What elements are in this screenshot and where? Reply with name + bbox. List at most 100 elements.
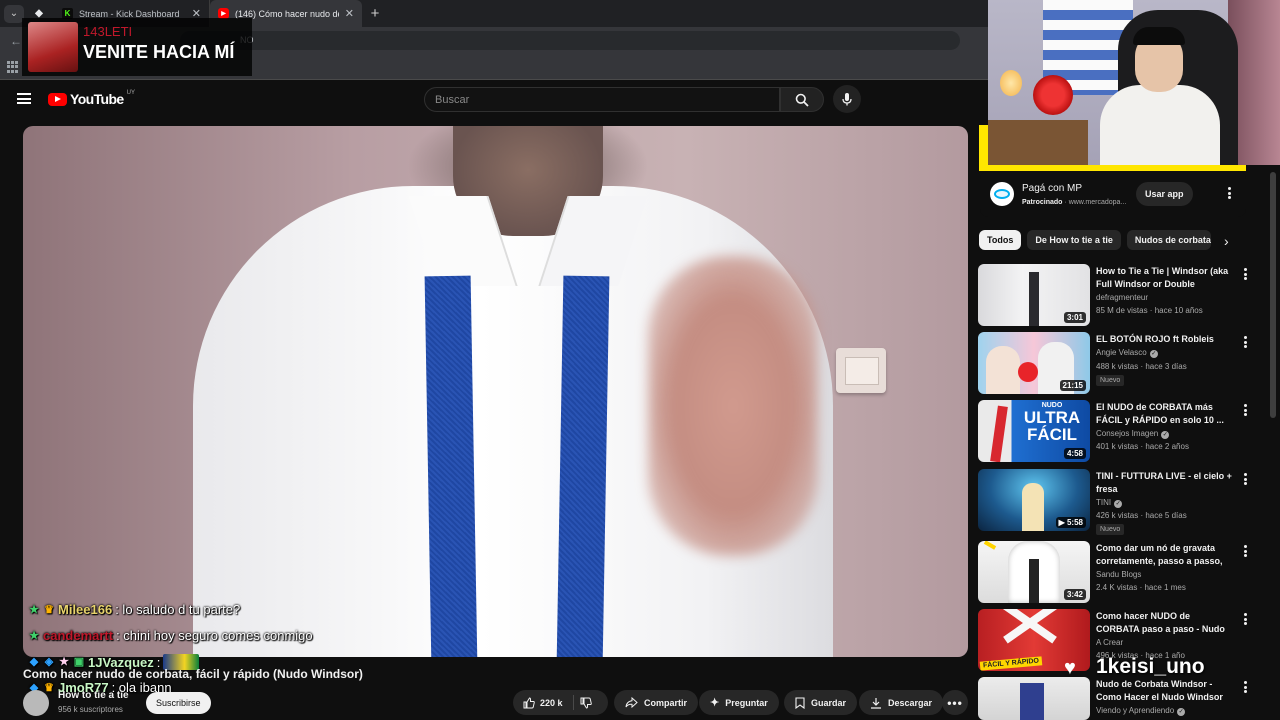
thumb-red-button bbox=[1018, 362, 1038, 382]
sponsored-label: Patrocinado bbox=[1022, 199, 1063, 206]
more-vertical-icon[interactable] bbox=[1240, 612, 1250, 626]
more-vertical-icon[interactable] bbox=[1240, 472, 1250, 486]
tab-title: (146) Cómo hacer nudo de corbata bbox=[235, 8, 339, 19]
stream-alert: 143LETI VENITE HACIA MÍ bbox=[22, 18, 252, 76]
save-button[interactable]: Guardar bbox=[784, 690, 858, 715]
mercadopago-logo-icon bbox=[990, 182, 1014, 206]
channel-name: Viendo y Aprendiendo ✓ bbox=[1096, 706, 1186, 716]
channel-name: Consejos Imagen ✓ bbox=[1096, 429, 1170, 439]
thumb-tie bbox=[1020, 683, 1044, 720]
alert-message: VENITE HACIA MÍ bbox=[83, 42, 235, 62]
video-thumbnail[interactable]: 3:42 bbox=[978, 541, 1090, 603]
thumb-singer bbox=[1022, 483, 1044, 531]
channel-label: Consejos Imagen bbox=[1096, 429, 1159, 438]
recommended-video[interactable]: NUDO ULTRA FÁCIL 4:58 El NUDO de CORBATA… bbox=[978, 400, 1250, 462]
duration-text: 5:58 bbox=[1066, 518, 1083, 527]
channel-label: TINI bbox=[1096, 498, 1112, 507]
ad-url: www.mercadopa... bbox=[1068, 199, 1127, 206]
subscribe-button[interactable]: Suscribirse bbox=[146, 692, 211, 714]
channel-name[interactable]: How to tie a tie bbox=[58, 690, 129, 701]
chip-topic[interactable]: Nudos de corbata bbox=[1126, 230, 1211, 250]
recommended-video[interactable]: Nudo de Corbata Windsor - Como Hacer el … bbox=[978, 677, 1250, 720]
channel-avatar[interactable] bbox=[23, 690, 49, 716]
youtube-page: YouTube UY ★ ♛ Milee166 : lo saludo d tu… bbox=[0, 80, 1280, 720]
video-meta: 2.4 K vistas · hace 1 mes bbox=[1096, 583, 1186, 592]
chat-message: ★ candemartt : chini hoy seguro comes co… bbox=[28, 628, 313, 643]
star-badge-icon: ★ bbox=[29, 603, 39, 616]
use-app-button[interactable]: Usar app bbox=[1136, 182, 1193, 206]
arrow-icon bbox=[983, 541, 997, 550]
microphone-icon bbox=[842, 93, 852, 106]
video-thumbnail[interactable]: 21:15 bbox=[978, 332, 1090, 394]
youtube-logo-text: YouTube bbox=[70, 91, 124, 107]
region-code: UY bbox=[126, 90, 135, 96]
close-icon[interactable]: ✕ bbox=[345, 7, 354, 20]
apps-grid-icon[interactable] bbox=[7, 61, 19, 73]
recommended-video[interactable]: 21:15 EL BOTÓN ROJO ft Robleis Angie Vel… bbox=[978, 332, 1250, 394]
tab-title: Stream - Kick Dashboard bbox=[79, 8, 180, 19]
more-vertical-icon[interactable] bbox=[1240, 335, 1250, 349]
streamer-username: 1keisi_uno bbox=[1096, 655, 1205, 678]
video-player[interactable] bbox=[23, 126, 968, 657]
share-button[interactable]: Compartir bbox=[614, 690, 699, 715]
search-button[interactable] bbox=[780, 87, 824, 112]
recommended-video[interactable]: ▶ 5:58 TINI - FUTTURA LIVE - el cielo + … bbox=[978, 469, 1250, 535]
filter-chips: Todos De How to tie a tie Nudos de corba… bbox=[979, 230, 1211, 250]
thumbs-up-icon bbox=[523, 696, 535, 708]
subscriber-count: 956 k suscriptores bbox=[58, 705, 123, 714]
like-button[interactable]: 220 k bbox=[523, 696, 563, 709]
video-title: Nudo de Corbata Windsor - Como Hacer el … bbox=[1096, 679, 1223, 702]
chip-all[interactable]: Todos bbox=[979, 230, 1022, 250]
video-title: Como hacer NUDO de CORBATA paso a paso -… bbox=[1096, 611, 1225, 634]
sponsored-ad-card[interactable]: Pagá con MP Patrocinado · www.mercadopa.… bbox=[980, 171, 1246, 217]
more-actions-button[interactable]: ••• bbox=[942, 690, 968, 715]
chat-message: ★ ♛ Milee166 : lo saludo d tu parte? bbox=[28, 602, 240, 617]
video-duration: 3:42 bbox=[1063, 589, 1086, 600]
webcam-plush-toy bbox=[1033, 75, 1073, 115]
menu-hamburger-icon[interactable] bbox=[17, 93, 31, 104]
chip-channel[interactable]: De How to tie a tie bbox=[1027, 230, 1121, 250]
video-thumbnail[interactable]: 3:01 bbox=[978, 264, 1090, 326]
video-title: How to Tie a Tie | Windsor (aka Full Win… bbox=[1096, 266, 1229, 289]
video-duration: 3:01 bbox=[1063, 312, 1086, 323]
new-tab-plus-icon[interactable]: + bbox=[362, 5, 388, 22]
recommended-video[interactable]: 3:42 Como dar um nó de gravata corretame… bbox=[978, 541, 1250, 603]
video-title: Como hacer nudo de corbata, fácil y rápi… bbox=[23, 667, 363, 681]
channel-label: Angie Velasco bbox=[1096, 348, 1147, 357]
video-title: EL BOTÓN ROJO ft Robleis bbox=[1096, 334, 1214, 344]
channel-name: A Crear bbox=[1096, 638, 1124, 647]
voice-search-button[interactable] bbox=[833, 85, 861, 113]
more-vertical-icon[interactable] bbox=[1240, 544, 1250, 558]
youtube-logo[interactable]: YouTube UY bbox=[48, 90, 135, 107]
like-dislike-group: 220 k bbox=[513, 690, 608, 715]
more-vertical-icon[interactable] bbox=[1240, 267, 1250, 281]
more-vertical-icon[interactable] bbox=[1240, 403, 1250, 417]
channel-name: Sandu Blogs bbox=[1096, 570, 1142, 579]
thumb-text-line: ULTRA bbox=[1023, 408, 1081, 427]
page-scrollbar[interactable] bbox=[1270, 172, 1276, 418]
video-duration: 21:15 bbox=[1059, 380, 1086, 391]
tab-search-button[interactable]: ⌄ bbox=[4, 4, 24, 23]
address-bar[interactable]: NO bbox=[180, 31, 960, 50]
bookmark-icon bbox=[795, 696, 805, 709]
video-meta: 85 M de vistas · hace 10 años bbox=[1096, 306, 1203, 315]
video-thumbnail[interactable] bbox=[978, 677, 1090, 720]
ask-button[interactable]: ✦ Preguntar bbox=[699, 690, 779, 715]
video-frame-light-switch bbox=[836, 348, 886, 393]
chat-text: : lo saludo d tu parte? bbox=[115, 602, 241, 617]
video-thumbnail[interactable]: ▶ 5:58 bbox=[978, 469, 1090, 531]
more-vertical-icon[interactable] bbox=[1224, 186, 1234, 200]
thumb-text: NUDO ULTRA FÁCIL bbox=[1016, 402, 1088, 443]
search-input[interactable] bbox=[424, 87, 780, 112]
heart-icon: ♥ bbox=[1064, 657, 1076, 679]
thumb-text: FÁCIL Y RÁPIDO bbox=[979, 656, 1043, 671]
video-duration: 4:58 bbox=[1063, 448, 1086, 459]
download-button[interactable]: Descargar bbox=[859, 690, 944, 715]
thumbs-down-icon[interactable] bbox=[580, 697, 592, 709]
video-thumbnail[interactable]: NUDO ULTRA FÁCIL 4:58 bbox=[978, 400, 1090, 462]
chevron-right-icon[interactable]: › bbox=[1224, 233, 1229, 249]
more-vertical-icon[interactable] bbox=[1240, 680, 1250, 694]
star-badge-icon: ★ bbox=[29, 629, 39, 642]
video-title: Como dar um nó de gravata corretamente, … bbox=[1096, 543, 1223, 566]
recommended-video[interactable]: 3:01 How to Tie a Tie | Windsor (aka Ful… bbox=[978, 264, 1250, 326]
